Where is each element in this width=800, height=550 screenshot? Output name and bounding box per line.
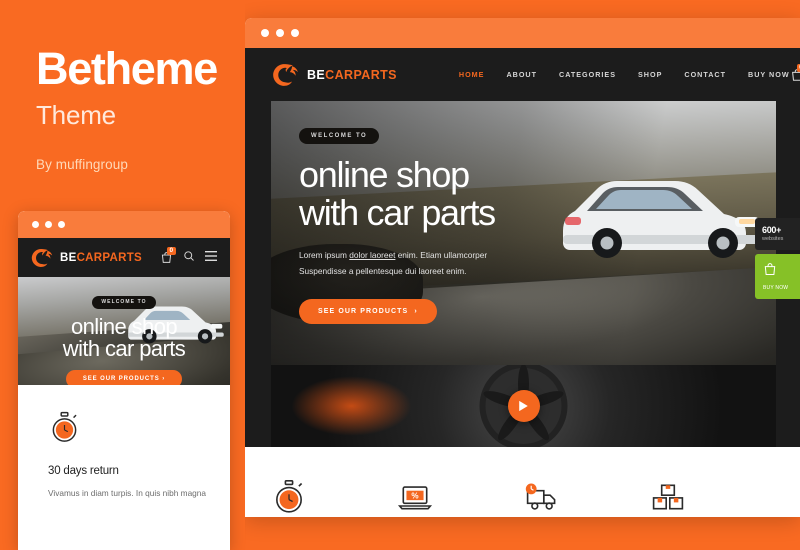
hero-headline-line2: with car parts [62, 336, 186, 362]
navbar-actions: 0 ASK › [790, 63, 800, 84]
feature-card-safe-packages: Safe packages Vivamus in diam turpis. In… [650, 479, 776, 517]
browser-chrome-bar [245, 18, 800, 48]
svg-text:%: % [412, 491, 419, 500]
delivery-truck-icon [525, 483, 555, 510]
feature-card-free-shipping: % Free shipping Sed ultrices nisl velit,… [397, 479, 523, 517]
mobile-navbar-actions: 0 [160, 246, 218, 267]
page-title: Betheme [36, 43, 218, 94]
hero-headline-line1: online shop [71, 313, 178, 339]
nav-item-buy-now[interactable]: BUY NOW [748, 70, 790, 79]
chevron-right-icon: › [414, 308, 418, 315]
window-close-dot[interactable] [261, 29, 269, 37]
play-video-button[interactable] [507, 390, 540, 422]
site-navbar: BECARPARTS HOME ABOUT CATEGORIES SHOP CO… [245, 48, 800, 101]
brand-prefix: BE [60, 251, 77, 264]
brand-suffix: CARPARTS [76, 251, 143, 264]
mobile-chrome-bar [18, 211, 230, 238]
cart-count-badge: 0 [796, 63, 800, 72]
hero-subtext-part2: enim. Etiam ullamcorper [395, 250, 488, 261]
window-minimize-dot[interactable] [45, 221, 52, 228]
feature-title: 30 days return [48, 465, 119, 477]
mobile-features-section: 30 days return Vivamus in diam turpis. I… [18, 385, 230, 501]
see-our-products-button[interactable]: SEE OUR PRODUCTS › [65, 369, 183, 385]
hero-headline: online shop with car parts [18, 313, 230, 362]
flame-comet-logo-icon[interactable] [271, 62, 300, 88]
laptop-discount-icon: % [398, 486, 433, 510]
video-promo-strip [271, 365, 776, 447]
cart-button[interactable]: 0 [160, 246, 176, 265]
hero-banner: WELCOME TO online shop with car parts Lo… [271, 101, 776, 365]
mobile-browser-mockup: BECARPARTS 0 WELCOME TO online shop with… [18, 211, 230, 550]
search-icon[interactable] [183, 249, 195, 267]
brand-wordmark[interactable]: BECARPARTS [307, 68, 397, 82]
websites-count: 600+ [762, 225, 782, 235]
page-subtitle: Theme [36, 100, 116, 130]
cart-button[interactable]: 0 [790, 63, 800, 82]
feature-text: Vivamus in diam turpis. In quis nibh mag… [48, 488, 207, 498]
hero-section-wrap: WELCOME TO online shop with car parts Lo… [245, 101, 800, 365]
nav-item-contact[interactable]: CONTACT [684, 70, 726, 79]
shopping-bag-icon [764, 263, 776, 275]
nav-item-categories[interactable]: CATEGORIES [559, 70, 616, 79]
hero-welcome-badge: WELCOME TO [299, 128, 380, 144]
hero-headline-line2: with car parts [299, 192, 496, 234]
hero-subtext-link[interactable]: dolor laoreet [349, 250, 395, 260]
primary-menu: HOME ABOUT CATEGORIES SHOP CONTACT BUY N… [459, 70, 790, 79]
mobile-hero-content: WELCOME TO online shop with car parts SE… [18, 277, 230, 385]
hero-subtext: Lorem ipsum dolor laoreet enim. Etiam ul… [299, 248, 517, 279]
window-maximize-dot[interactable] [291, 29, 299, 37]
author-credit: By muffingroup [36, 157, 128, 172]
cta-label: SEE OUR PRODUCTS [318, 308, 409, 315]
mobile-hero-banner: WELCOME TO online shop with car parts SE… [18, 277, 230, 385]
feature-card-quick-delivery: Quick delivery Maecenas imperdiet ante e… [524, 479, 650, 517]
websites-count-label: websites [762, 236, 784, 242]
hamburger-menu-icon[interactable] [204, 249, 218, 267]
see-our-products-button[interactable]: SEE OUR PRODUCTS › [299, 299, 437, 324]
site-page: BECARPARTS HOME ABOUT CATEGORIES SHOP CO… [245, 48, 800, 517]
nav-item-shop[interactable]: SHOP [638, 70, 662, 79]
nav-item-about[interactable]: ABOUT [506, 70, 537, 79]
stopwatch-icon [276, 479, 303, 513]
window-close-dot[interactable] [32, 221, 39, 228]
chevron-right-icon: › [162, 375, 166, 382]
side-badges: 600+ websites BUY NOW [755, 218, 800, 299]
brand-suffix: CARPARTS [325, 67, 397, 82]
websites-count-badge: 600+ websites [755, 218, 800, 250]
hero-subtext-line2: Suspendisse a pellentesque dui laoreet e… [299, 265, 467, 276]
cart-count-badge: 0 [167, 246, 176, 255]
cta-label: SEE OUR PRODUCTS [82, 375, 160, 382]
hero-subtext-part1: Lorem ipsum [299, 250, 350, 261]
hero-headline-line1: online shop [299, 154, 470, 195]
play-icon [519, 400, 528, 412]
stacked-boxes-icon [652, 484, 683, 510]
buy-now-side-label: BUY NOW [763, 285, 789, 291]
mobile-navbar: BECARPARTS 0 [18, 238, 230, 277]
desktop-browser-mockup: BECARPARTS HOME ABOUT CATEGORIES SHOP CO… [245, 18, 800, 517]
hero-headline: online shop with car parts [299, 154, 776, 234]
buy-now-side-button[interactable]: BUY NOW [755, 254, 800, 299]
flame-comet-logo-icon[interactable] [30, 247, 54, 269]
stopwatch-icon [52, 411, 77, 442]
nav-item-home[interactable]: HOME [459, 70, 485, 79]
hero-welcome-badge: WELCOME TO [92, 295, 156, 309]
window-minimize-dot[interactable] [276, 29, 284, 37]
window-maximize-dot[interactable] [58, 221, 65, 228]
hero-content: WELCOME TO online shop with car parts Lo… [271, 101, 776, 324]
brand-prefix: BE [307, 67, 326, 82]
brand-wordmark[interactable]: BECARPARTS [60, 252, 142, 264]
feature-card-30-days-return: 30 days return Vivamus in diam turpis. I… [271, 479, 397, 517]
features-section: 30 days return Vivamus in diam turpis. I… [245, 447, 800, 517]
